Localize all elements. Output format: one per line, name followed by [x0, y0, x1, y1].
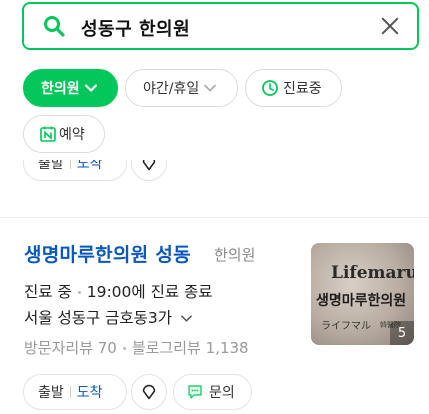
- naver-booking-icon: [40, 126, 56, 142]
- blog-reviews[interactable]: 블로그리뷰 1,138: [132, 339, 249, 357]
- save-button[interactable]: [131, 160, 167, 181]
- clock-icon: [262, 80, 278, 96]
- closing-time: 19:00에 진료 종료: [86, 283, 213, 301]
- separator-dot: [77, 291, 81, 294]
- filter-chip-label: 한의원: [41, 81, 80, 97]
- clear-icon[interactable]: [380, 16, 400, 36]
- open-status: 진료 중: [24, 283, 72, 301]
- route-buttons[interactable]: 출발 도착: [23, 374, 127, 410]
- filter-chip-reservation[interactable]: 예약: [23, 115, 105, 153]
- photo-sign-korean: 생명마루한의원: [316, 293, 407, 309]
- divider: [69, 160, 71, 169]
- route-buttons[interactable]: 출발 도착: [23, 160, 127, 181]
- location-pin-icon: [142, 384, 156, 400]
- arrive-button[interactable]: 도착: [77, 160, 103, 173]
- depart-button[interactable]: 출발: [38, 160, 64, 173]
- address-row[interactable]: 서울 성동구 금호동3가: [24, 306, 193, 328]
- inquiry-label: 문의: [209, 385, 235, 401]
- visitor-reviews[interactable]: 방문자리뷰 70: [24, 339, 117, 357]
- section-divider: [0, 217, 429, 218]
- place-name-link[interactable]: 생명마루한의원 성동: [24, 240, 191, 267]
- divider: [69, 386, 71, 398]
- search-icon: [44, 16, 65, 37]
- filter-chip-night-holiday[interactable]: 야간/휴일: [125, 69, 238, 107]
- filter-chip-label: 진료중: [283, 81, 322, 97]
- chevron-down-icon: [204, 84, 217, 92]
- separator-dot: [122, 347, 126, 350]
- arrive-button[interactable]: 도착: [77, 382, 103, 402]
- business-hours-row: 진료 중 19:00에 진료 종료: [24, 280, 213, 302]
- address: 서울 성동구 금호동3가: [24, 309, 173, 327]
- depart-button[interactable]: 출발: [38, 382, 64, 402]
- chat-bubble-icon: [188, 385, 202, 399]
- filter-chip-hanuiwon[interactable]: 한의원: [23, 69, 118, 107]
- photo-count: 5: [390, 321, 414, 345]
- chevron-down-icon: [181, 315, 192, 322]
- chevron-down-icon: [84, 84, 97, 92]
- review-counts-row: 방문자리뷰 70 블로그리뷰 1,138: [24, 337, 249, 358]
- photo-sign-japanese: ライフマル: [321, 321, 371, 332]
- filter-chip-open-now[interactable]: 진료중: [245, 69, 342, 107]
- inquiry-button[interactable]: 문의: [173, 374, 252, 410]
- filter-chip-label: 야간/휴일: [143, 81, 200, 97]
- filter-chip-label: 예약: [59, 127, 85, 143]
- search-input[interactable]: 성동구 한의원: [81, 15, 190, 41]
- place-category: 한의원: [214, 246, 256, 264]
- photo-sign-title: Lifemaru: [331, 263, 414, 283]
- location-pin-icon: [142, 160, 156, 171]
- save-button[interactable]: [131, 374, 167, 410]
- place-photo[interactable]: Lifemaru 생명마루한의원 ライフマル 韓醫院 5: [311, 243, 414, 345]
- search-bar[interactable]: 성동구 한의원: [22, 2, 419, 50]
- previous-result-actions: 출발 도착: [0, 160, 429, 196]
